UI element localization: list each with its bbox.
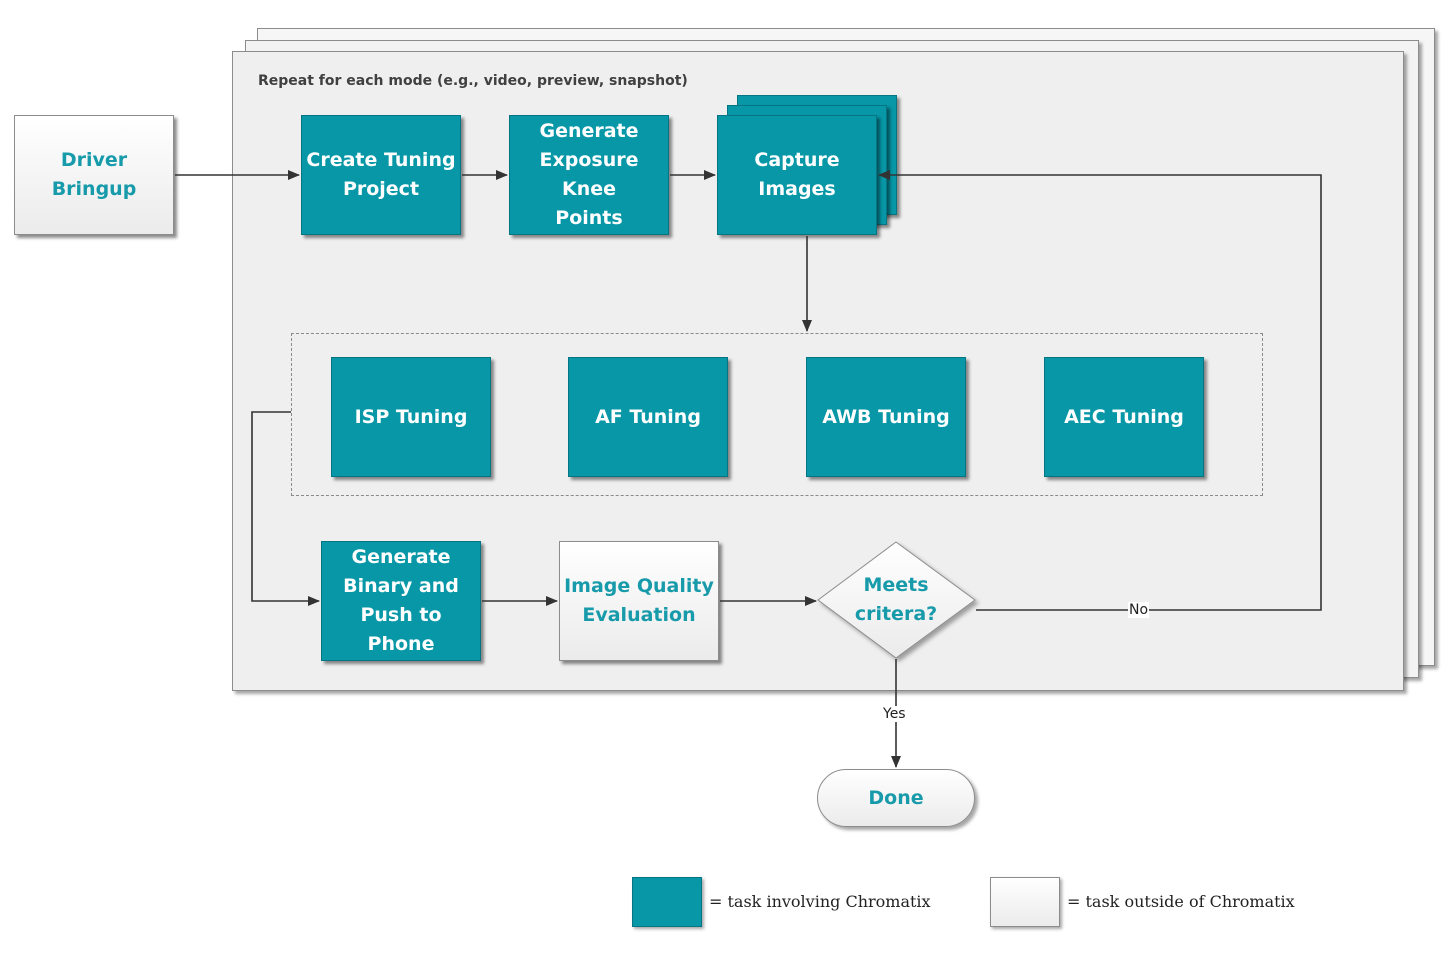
- legend-swatch-outside: [990, 877, 1060, 927]
- edge-label-yes: Yes: [882, 706, 907, 722]
- legend-swatch-chromatix: [632, 877, 702, 927]
- node-meets-criteria: Meets critera?: [854, 574, 938, 625]
- edge-label-no: No: [1128, 602, 1150, 618]
- flowchart-canvas: Repeat for each mode (e.g., video, previ…: [0, 0, 1451, 957]
- node-done[interactable]: Done: [817, 769, 975, 827]
- edge-tuning-to-binary: [251, 411, 320, 606]
- legend-label-outside: = task outside of Chromatix: [1067, 892, 1295, 911]
- connectors: [175, 170, 1322, 768]
- legend-label-chromatix: = task involving Chromatix: [709, 892, 931, 911]
